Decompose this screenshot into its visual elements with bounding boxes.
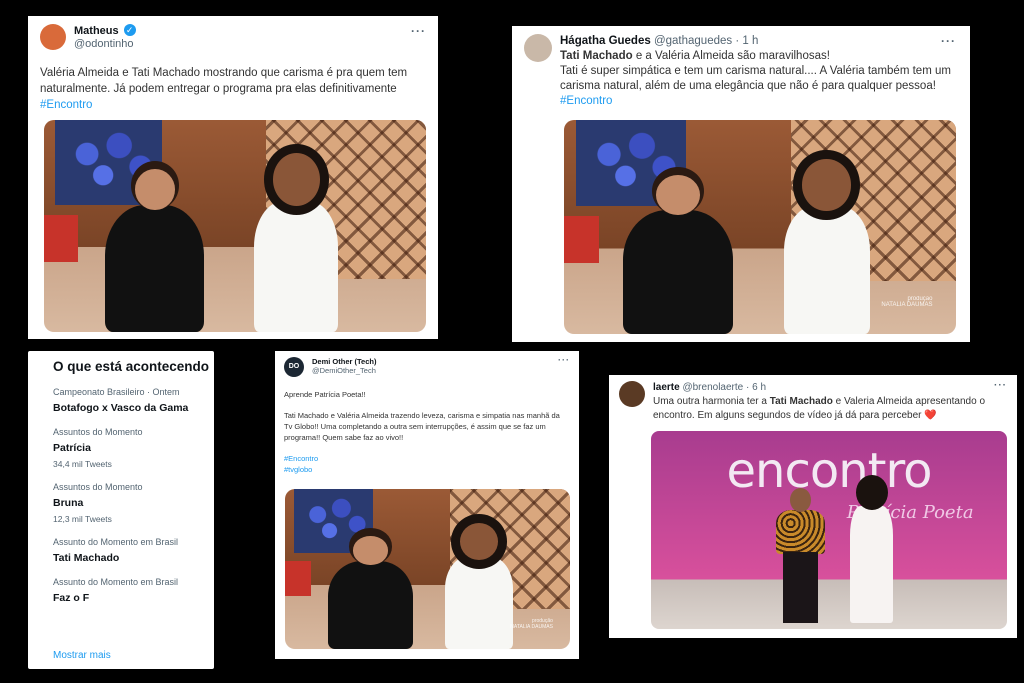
tweet-para1: Aprende Patrícia Poeta!! [284,390,366,399]
trends-title: O que está acontecendo [53,359,210,374]
avatar[interactable] [40,24,66,50]
avatar[interactable]: DO [284,357,304,377]
tweet-text: Tati Machado e a Valéria Almeida são mar… [560,49,958,109]
trend-name: Patrícia [53,442,91,454]
tweet-para2: Tati Machado e Valéria Almeida trazendo … [284,411,560,442]
trend-name: Botafogo x Vasco da Gama [53,402,189,414]
trend-item[interactable]: Assuntos do Momento Bruna 12,3 mil Tweets [53,482,214,524]
trends-panel: O que está acontecendo Campeonato Brasil… [28,351,214,669]
tweet-header: Hágatha Guedes @gathaguedes · 1 h Tati M… [524,34,958,109]
presenter-white-suit [850,506,894,624]
presenter-head-afro [855,474,888,511]
avatar[interactable] [619,381,645,407]
trend-item[interactable]: Assunto do Momento em Brasil Faz o F [53,577,214,604]
presenter-dark-dress [327,536,414,649]
trend-name: Bruna [53,497,84,509]
presenter-leopard-top [775,510,826,554]
verified-badge-icon: ✓ [123,24,136,36]
trend-item[interactable]: Assuntos do Momento Patrícia 34,4 mil Twee… [53,427,214,469]
studio-image: produção NATALIA DAUMAS [285,489,570,649]
author-name[interactable]: Matheus [74,25,119,37]
studio-image [44,120,426,332]
hashtag-link[interactable]: #Encontro [40,99,92,111]
mention-bold: Tati Machado [769,396,833,407]
tweet-media[interactable]: produção NATALIA DAUMAS [285,489,570,649]
production-watermark: produção NATALIA DAUMAS [510,617,553,630]
author-name[interactable]: laerte [653,382,680,393]
trend-category: Assunto do Momento em Brasil [53,537,179,547]
encontro-logo: encontro [726,442,933,499]
presenter-white-outfit [444,522,513,649]
heart-emoji: ❤️ [924,410,937,421]
author-handle[interactable]: @DemiOther_Tech [312,366,376,375]
trend-item[interactable]: Assunto do Momento em Brasil Tati Machado [53,537,214,564]
author-name[interactable]: Demi Other (Tech) [312,357,376,366]
more-options-button[interactable]: ··· [558,355,570,365]
hashtag-link[interactable]: #tvglobo [284,464,570,475]
trend-tweet-count: 34,4 mil Tweets [53,459,112,469]
tweet-card-demiother[interactable]: DO Demi Other (Tech) @DemiOther_Tech ···… [275,351,579,659]
mention-bold: Tati Machado [560,50,633,62]
tweet-header: DO Demi Other (Tech) @DemiOther_Tech [284,357,570,377]
author-name[interactable]: Hágatha Guedes [560,35,651,47]
avatar[interactable] [524,34,552,62]
trend-item[interactable]: Campeonato Brasileiro · Ontem Botafogo x … [53,387,214,414]
presenter-dark-dress [622,175,733,334]
hashtag-link[interactable]: #Encontro [560,95,612,107]
author-handle[interactable]: @brenolaerte · 6 h [682,382,766,393]
tweet-header: Matheus ✓ @odontinho [40,24,426,51]
more-options-button[interactable]: ··· [941,34,956,48]
presenter-head [789,488,812,513]
tweet-card-hagatha[interactable]: Hágatha Guedes @gathaguedes · 1 h Tati M… [512,26,970,342]
red-panel [285,561,311,597]
tweet-text: Uma outra harmonia ter a Tati Machado e … [653,396,986,421]
trend-tweet-count: 12,3 mil Tweets [53,514,112,524]
hashtag-link[interactable]: #Encontro [284,453,570,464]
tweet-media[interactable]: encontro Patrícia Poeta [651,431,1007,629]
presenter-white-outfit [254,153,339,332]
production-watermark: produção NATALIA DAUMAS [881,296,933,309]
trend-list: Campeonato Brasileiro · Ontem Botafogo x … [53,387,214,604]
tweet-card-matheus[interactable]: Matheus ✓ @odontinho ··· Valéria Almeida… [28,16,438,339]
tweet-media[interactable]: produção NATALIA DAUMAS [564,120,956,334]
tweet-text: Aprende Patrícia Poeta!! Tati Machado e … [284,389,570,475]
author-handle[interactable]: @odontinho [74,38,134,50]
tweet-body: Tati é super simpática e tem um carisma … [560,65,951,92]
trend-category: Assuntos do Momento [53,482,143,492]
red-panel [564,216,600,264]
tweet-card-laerte[interactable]: laerte @brenolaerte · 6 h Uma outra harm… [609,375,1017,638]
encontro-set-image: encontro Patrícia Poeta [651,431,1007,629]
tweet-line1: e a Valéria Almeida são maravilhosas! [632,50,830,62]
presenter-dark-pants [782,551,819,624]
trend-name: Faz o F [53,592,90,604]
presenter-white-outfit [783,159,870,334]
show-more-link[interactable]: Mostrar mais [53,650,111,661]
tweet-media[interactable] [44,120,426,332]
trend-category: Campeonato Brasileiro · Ontem [53,387,180,397]
tweet-text: Valéria Almeida e Tati Machado mostrando… [40,65,425,113]
trend-category: Assunto do Momento em Brasil [53,577,179,587]
trend-category: Assuntos do Momento [53,427,143,437]
tweet-body: Valéria Almeida e Tati Machado mostrando… [40,67,408,95]
more-options-button[interactable]: ··· [411,24,426,38]
trend-name: Tati Machado [53,552,120,564]
presenter-dark-dress [105,169,205,332]
studio-image: produção NATALIA DAUMAS [564,120,956,334]
more-options-button[interactable]: ··· [994,380,1007,391]
red-panel [44,215,79,263]
author-handle[interactable]: @gathaguedes · 1 h [654,35,758,47]
tweet-header: laerte @brenolaerte · 6 h Uma outra harm… [619,381,1007,423]
